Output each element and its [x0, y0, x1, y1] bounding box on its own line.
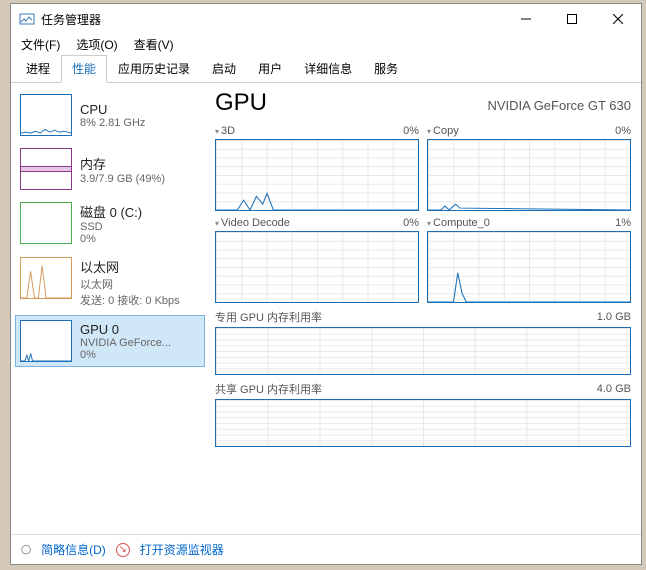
chart-dedicated-mem: [215, 327, 631, 375]
sidebar-item-disk[interactable]: 磁盘 0 (C:) SSD 0%: [15, 197, 205, 250]
content: CPU 8% 2.81 GHz 内存 3.9/7.9 GB (49%) 磁盘 0…: [11, 83, 641, 534]
disk-thumb: [20, 202, 72, 244]
tab-services[interactable]: 服务: [363, 55, 409, 83]
resource-monitor-icon: ↘: [116, 543, 130, 557]
chart-header-video-decode[interactable]: ▾Video Decode 0%: [215, 215, 419, 231]
shared-mem-value: 4.0 GB: [597, 383, 631, 395]
menu-options[interactable]: 选项(O): [70, 34, 123, 55]
menu-file[interactable]: 文件(F): [15, 34, 66, 55]
tab-app-history[interactable]: 应用历史记录: [107, 55, 201, 83]
gpu-thumb: [20, 320, 72, 362]
chevron-down-icon: ◯: [21, 544, 31, 555]
sidebar-item-label: 磁盘 0 (C:): [80, 202, 142, 221]
sidebar-item-label: GPU 0: [80, 322, 171, 337]
tabs: 进程 性能 应用历史记录 启动 用户 详细信息 服务: [11, 54, 641, 83]
tab-users[interactable]: 用户: [247, 55, 293, 83]
window-title: 任务管理器: [41, 11, 503, 28]
task-manager-window: 任务管理器 文件(F) 选项(O) 查看(V) 进程 性能 应用历史记录 启动 …: [10, 3, 642, 565]
minimize-button[interactable]: [503, 4, 549, 34]
chevron-down-icon: ▾: [427, 127, 431, 136]
sidebar-item-sub1: NVIDIA GeForce...: [80, 337, 171, 349]
dedicated-mem-value: 1.0 GB: [597, 311, 631, 323]
menu-view[interactable]: 查看(V): [128, 34, 180, 55]
chart-pct: 0%: [403, 125, 419, 137]
chart-pct: 1%: [615, 217, 631, 229]
tab-details[interactable]: 详细信息: [293, 55, 363, 83]
chart-pct: 0%: [615, 125, 631, 137]
sidebar-item-sub1: SSD: [80, 221, 142, 233]
tab-performance[interactable]: 性能: [61, 55, 107, 83]
window-controls: [503, 4, 641, 34]
sidebar: CPU 8% 2.81 GHz 内存 3.9/7.9 GB (49%) 磁盘 0…: [11, 83, 209, 534]
app-icon: [19, 11, 35, 27]
chevron-down-icon: ▾: [215, 127, 219, 136]
sidebar-item-label: CPU: [80, 102, 145, 117]
sidebar-item-cpu[interactable]: CPU 8% 2.81 GHz: [15, 89, 205, 141]
dedicated-mem-header: 专用 GPU 内存利用率 1.0 GB: [215, 307, 631, 327]
resource-monitor-link[interactable]: 打开资源监视器: [140, 541, 224, 558]
sidebar-item-sub2: 0%: [80, 233, 142, 245]
chart-copy: [427, 139, 631, 211]
main-panel: GPU NVIDIA GeForce GT 630 ▾3D 0% ▾Copy 0…: [209, 83, 641, 534]
menubar: 文件(F) 选项(O) 查看(V): [11, 34, 641, 54]
sidebar-item-label: 内存: [80, 154, 165, 173]
ethernet-thumb: [20, 257, 72, 299]
tab-startup[interactable]: 启动: [201, 55, 247, 83]
chart-video-decode: [215, 231, 419, 303]
chevron-down-icon: ▾: [215, 219, 219, 228]
gpu-device-name: NVIDIA GeForce GT 630: [487, 98, 631, 113]
page-title: GPU: [215, 89, 267, 117]
chart-shared-mem: [215, 399, 631, 447]
chart-header-3d[interactable]: ▾3D 0%: [215, 123, 419, 139]
chart-header-copy[interactable]: ▾Copy 0%: [427, 123, 631, 139]
sidebar-item-value: 3.9/7.9 GB (49%): [80, 173, 165, 185]
footer: ◯ 简略信息(D) ↘ 打开资源监视器: [11, 534, 641, 564]
sidebar-item-memory[interactable]: 内存 3.9/7.9 GB (49%): [15, 143, 205, 195]
tab-processes[interactable]: 进程: [15, 55, 61, 83]
sidebar-item-gpu[interactable]: GPU 0 NVIDIA GeForce... 0%: [15, 315, 205, 367]
sidebar-item-value: 8% 2.81 GHz: [80, 117, 145, 129]
chart-header-compute[interactable]: ▾Compute_0 1%: [427, 215, 631, 231]
sidebar-item-label: 以太网: [80, 257, 180, 276]
sidebar-item-sub2: 发送: 0 接收: 0 Kbps: [80, 292, 180, 308]
chart-3d: [215, 139, 419, 211]
chart-pct: 0%: [403, 217, 419, 229]
titlebar[interactable]: 任务管理器: [11, 4, 641, 34]
chevron-down-icon: ▾: [427, 219, 431, 228]
chart-compute: [427, 231, 631, 303]
maximize-button[interactable]: [549, 4, 595, 34]
memory-thumb: [20, 148, 72, 190]
cpu-thumb: [20, 94, 72, 136]
close-button[interactable]: [595, 4, 641, 34]
gpu-header: GPU NVIDIA GeForce GT 630: [215, 87, 631, 123]
shared-mem-header: 共享 GPU 内存利用率 4.0 GB: [215, 379, 631, 399]
sidebar-item-ethernet[interactable]: 以太网 以太网 发送: 0 接收: 0 Kbps: [15, 252, 205, 313]
sidebar-item-sub2: 0%: [80, 349, 171, 361]
chart-grid: ▾3D 0% ▾Copy 0% ▾Video Decode 0%: [215, 123, 631, 451]
sidebar-item-sub1: 以太网: [80, 276, 180, 292]
brief-info-link[interactable]: 简略信息(D): [41, 541, 106, 558]
